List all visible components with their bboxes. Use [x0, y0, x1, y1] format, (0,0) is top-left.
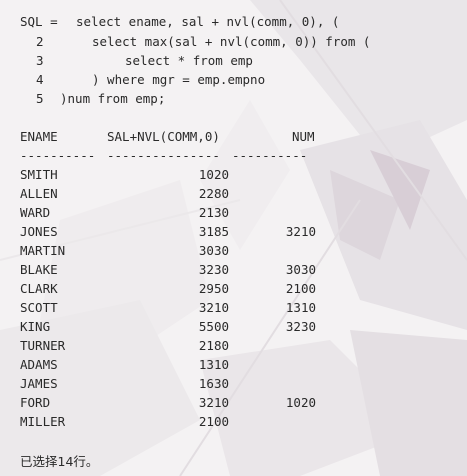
cell-ename: KING [20, 319, 51, 334]
cell-num: 3030 [285, 262, 316, 277]
sql-prompt: SQL = [20, 14, 58, 29]
cell-sal-total: 3030 [198, 243, 229, 258]
sql-line-number-4: 4 [36, 72, 44, 87]
cell-ename: JONES [20, 224, 58, 239]
cell-sal-total: 3210 [198, 300, 229, 315]
cell-num: 3230 [285, 319, 316, 334]
cell-ename: ALLEN [20, 186, 58, 201]
cell-sal-total: 2180 [198, 338, 229, 353]
cell-sal-total: 2280 [198, 186, 229, 201]
cell-ename: CLARK [20, 281, 58, 296]
cell-sal-total: 3210 [198, 395, 229, 410]
sql-line-number-2: 2 [36, 34, 44, 49]
sql-line-2: select max(sal + nvl(comm, 0)) from ( [92, 34, 371, 49]
rows-selected-status: 已选择14行。 [20, 454, 99, 469]
sql-line-1: select ename, sal + nvl(comm, 0), ( [76, 14, 340, 29]
cell-sal-total: 1020 [198, 167, 229, 182]
cell-num: 2100 [285, 281, 316, 296]
cell-sal-total: 5500 [198, 319, 229, 334]
cell-ename: SMITH [20, 167, 58, 182]
cell-ename: MARTIN [20, 243, 66, 258]
cell-ename: SCOTT [20, 300, 58, 315]
sql-line-number-3: 3 [36, 53, 44, 68]
cell-sal-total: 3185 [198, 224, 229, 239]
cell-ename: JAMES [20, 376, 58, 391]
cell-num: 3210 [285, 224, 316, 239]
sql-line-5: )num from emp; [60, 91, 166, 106]
cell-sal-total: 2950 [198, 281, 229, 296]
sql-line-4: ) where mgr = emp.empno [92, 72, 266, 87]
cell-ename: TURNER [20, 338, 66, 353]
separator-ename: ---------- [20, 148, 96, 163]
cell-sal-total: 3230 [198, 262, 229, 277]
cell-num: 1310 [285, 300, 316, 315]
cell-sal-total: 1630 [198, 376, 229, 391]
cell-ename: FORD [20, 395, 51, 410]
cell-ename: WARD [20, 205, 51, 220]
column-header-sal: SAL+NVL(COMM,0) [107, 129, 220, 144]
sql-line-3: select * from emp [125, 53, 253, 68]
cell-ename: MILLER [20, 414, 66, 429]
sql-line-number-5: 5 [36, 91, 44, 106]
separator-num: ---------- [232, 148, 308, 163]
column-header-num: NUM [292, 129, 315, 144]
cell-ename: ADAMS [20, 357, 58, 372]
cell-sal-total: 2100 [198, 414, 229, 429]
cell-sal-total: 1310 [198, 357, 229, 372]
cell-num: 1020 [285, 395, 316, 410]
separator-sal: --------------- [107, 148, 220, 163]
cell-ename: BLAKE [20, 262, 58, 277]
column-header-ename: ENAME [20, 129, 58, 144]
cell-sal-total: 2130 [198, 205, 229, 220]
